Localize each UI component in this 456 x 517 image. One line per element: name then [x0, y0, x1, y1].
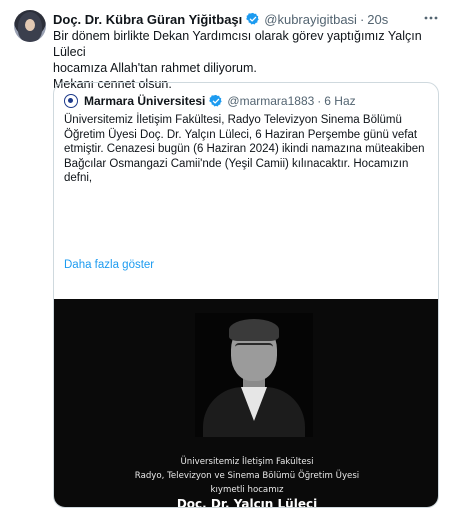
verified-badge-icon: [209, 94, 223, 107]
separator-dot: ·: [317, 94, 322, 108]
quoted-tweet-header: Marmara Üniversitesi @marmara1883 · 6 Ha…: [64, 93, 356, 109]
marmara-logo-avatar[interactable]: [64, 94, 78, 108]
tweet-text-line: hocamıza Allah'tan rahmet diliyorum.: [53, 61, 257, 75]
author-handle[interactable]: @kubrayigitbasi: [264, 12, 357, 27]
quoted-author-name[interactable]: Marmara Üniversitesi: [84, 94, 205, 108]
show-more-link[interactable]: Daha fazla göster: [64, 259, 154, 271]
image-caption-line: kıymetli hocamız: [210, 485, 284, 495]
quoted-tweet[interactable]: Marmara Üniversitesi @marmara1883 · 6 Ha…: [53, 82, 439, 508]
avatar-face: [25, 19, 35, 31]
image-caption-line: Radyo, Televizyon ve Sinema Bölümü Öğret…: [134, 471, 360, 481]
quoted-tweet-text: Üniversitemiz İletişim Fakültesi, Radyo …: [64, 114, 425, 185]
image-caption-line: Üniversitemiz İletişim Fakültesi: [180, 457, 314, 467]
author-name[interactable]: Doç. Dr. Kübra Güran Yiğitbaşı: [53, 12, 242, 27]
tweet-text-line: Bir dönem birlikte Dekan Yardımcısı olar…: [53, 29, 422, 59]
condolence-image[interactable]: Üniversitemiz İletişim Fakültesi Radyo, …: [54, 299, 438, 508]
portrait-photo: [195, 313, 313, 437]
more-options-icon[interactable]: [422, 10, 440, 26]
tweet-header: Doç. Dr. Kübra Güran Yiğitbaşı @kubrayig…: [53, 10, 388, 28]
tweet[interactable]: Doç. Dr. Kübra Güran Yiğitbaşı @kubrayig…: [0, 0, 456, 517]
verified-badge-icon: [246, 12, 259, 25]
quoted-author-handle[interactable]: @marmara1883: [227, 94, 314, 108]
image-caption-name: Doç. Dr. Yalçın Lüleci: [176, 497, 318, 508]
separator-dot: ·: [359, 11, 365, 27]
quoted-tweet-time[interactable]: 6 Haz: [324, 94, 355, 108]
avatar[interactable]: [14, 10, 46, 42]
more-horizontal-icon: [424, 16, 438, 20]
tweet-time[interactable]: 20s: [367, 12, 388, 27]
